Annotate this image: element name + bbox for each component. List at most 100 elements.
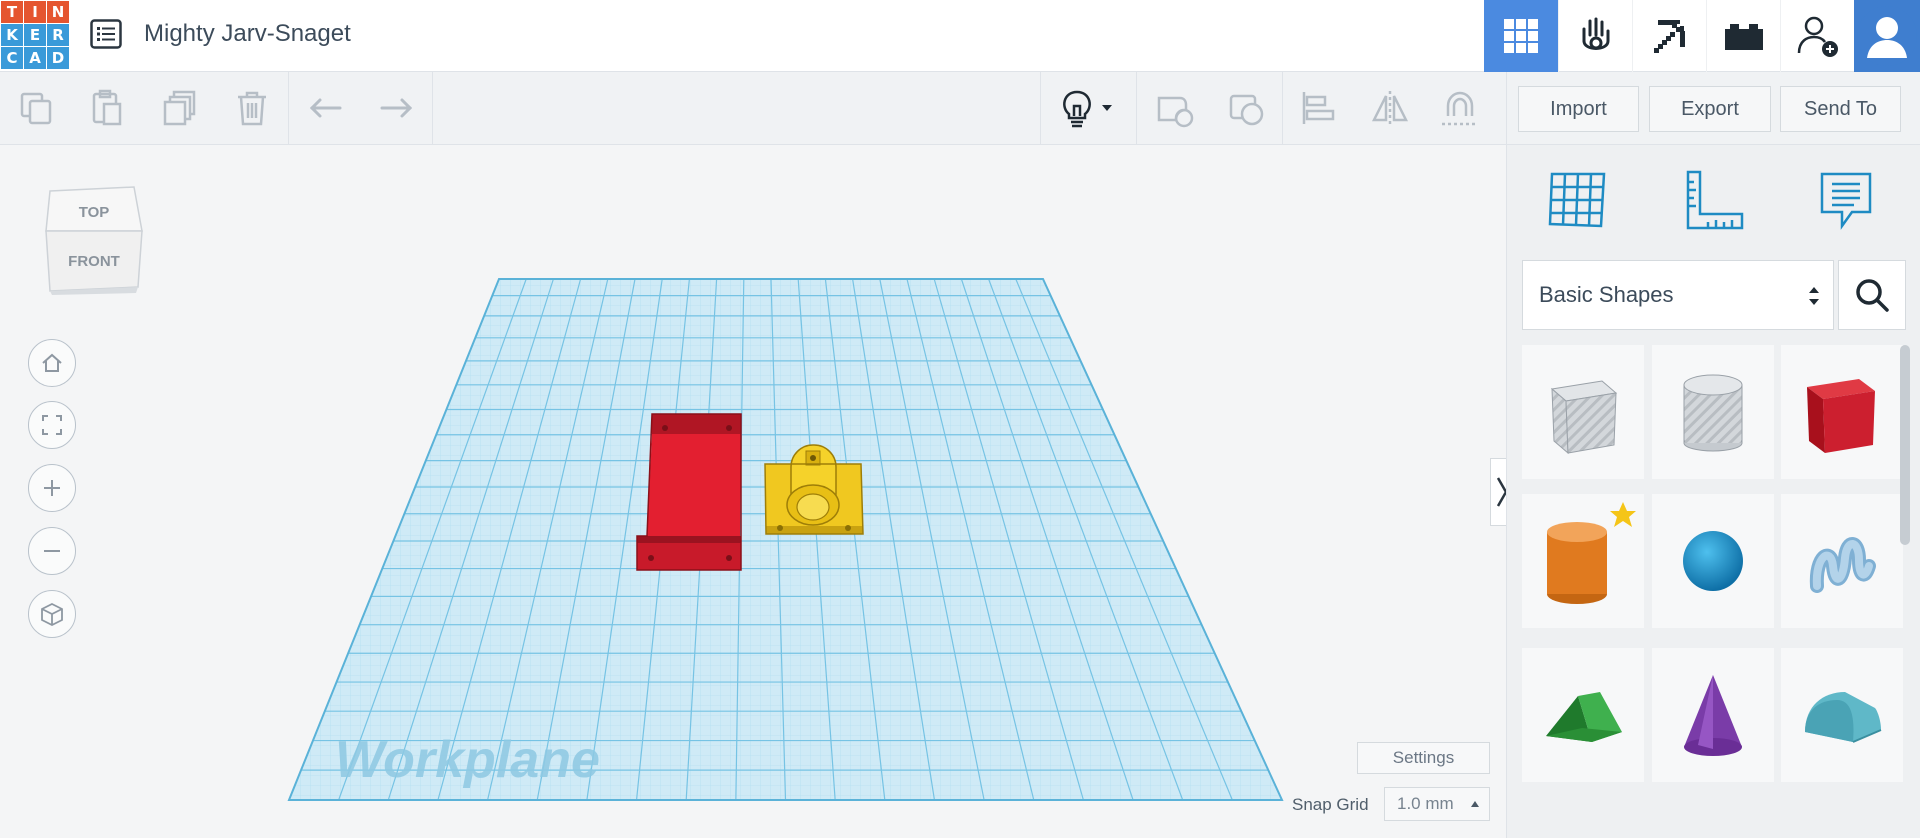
group-button[interactable] [1150, 84, 1198, 132]
avatar-icon [1857, 6, 1917, 66]
shape-roof[interactable] [1522, 648, 1644, 782]
perspective-button[interactable] [28, 590, 76, 638]
user-avatar[interactable] [1854, 0, 1920, 72]
view-cube[interactable]: TOP FRONT [42, 179, 144, 295]
bricks-button[interactable] [1706, 0, 1780, 72]
shape-cone[interactable] [1652, 648, 1774, 782]
workplane-label: Workplane [335, 731, 600, 789]
toolbar-divider [288, 72, 289, 145]
align-button[interactable] [1294, 84, 1342, 132]
workplane-grid[interactable] [287, 278, 1284, 801]
toolbar: Import Export Send To [0, 72, 1920, 145]
toolbar-divider [1136, 72, 1137, 145]
fit-view-icon [42, 415, 62, 435]
bricks-icon [1724, 24, 1763, 50]
box-icon [1807, 379, 1875, 453]
settings-button[interactable]: Settings [1357, 742, 1490, 774]
sphere-icon [1683, 531, 1743, 591]
copy-icon [20, 92, 52, 125]
favorite-star-icon [1610, 502, 1636, 527]
export-button[interactable]: Export [1649, 86, 1771, 132]
workplane-tool-button[interactable] [1543, 165, 1613, 235]
shape-category-select[interactable]: Basic Shapes [1522, 260, 1834, 330]
top-nav [1484, 0, 1920, 72]
paste-icon [92, 89, 122, 126]
paste-button[interactable] [82, 84, 130, 132]
workplane-grid-icon [1548, 172, 1606, 228]
shape-category-value: Basic Shapes [1539, 282, 1674, 307]
design-view-button[interactable] [1484, 0, 1558, 72]
shape-sphere[interactable] [1652, 494, 1774, 628]
top-bar: T I N K E R C A D Mighty Jarv-Snaget [0, 0, 1920, 72]
home-view-button[interactable] [28, 339, 76, 387]
design-list-button[interactable] [88, 16, 124, 52]
logo-letter: A [24, 47, 46, 69]
red-bracket-object[interactable] [636, 413, 742, 571]
minecraft-pickaxe-icon [1653, 20, 1685, 53]
caret-up-icon [1471, 801, 1479, 807]
viewcube-front-label[interactable]: FRONT [68, 253, 120, 270]
zoom-out-button[interactable] [28, 527, 76, 575]
shape-search-button[interactable] [1838, 260, 1906, 330]
panel-scrollbar[interactable] [1900, 345, 1910, 545]
copy-button[interactable] [12, 84, 60, 132]
ruler-icon [1686, 170, 1744, 230]
redo-button[interactable] [372, 84, 420, 132]
ruler-tool-button[interactable] [1679, 165, 1749, 235]
duplicate-icon [163, 90, 196, 126]
cylinder-hole-icon [1683, 374, 1743, 452]
scribble-icon [1809, 537, 1876, 593]
shape-cylinder[interactable] [1522, 494, 1644, 628]
logo-letter: K [1, 24, 23, 46]
design-title[interactable]: Mighty Jarv-Snaget [144, 20, 351, 48]
shape-scribble[interactable] [1781, 494, 1903, 628]
shape-box-hole[interactable] [1522, 345, 1644, 479]
search-icon [1856, 279, 1889, 312]
roof-icon [1546, 692, 1622, 742]
group-icon [1157, 96, 1194, 128]
design-canvas[interactable]: Workplane TOP FRONT Settings Snap Grid 1… [0, 145, 1514, 838]
mirror-icon [1371, 91, 1409, 125]
cruise-button[interactable] [1436, 84, 1484, 132]
shape-cylinder-hole[interactable] [1652, 345, 1774, 479]
redo-icon [380, 98, 413, 118]
tinkercad-logo[interactable]: T I N K E R C A D [0, 0, 69, 69]
ungroup-button[interactable] [1222, 84, 1270, 132]
viewcube-top-label[interactable]: TOP [79, 204, 110, 221]
shape-round-roof[interactable] [1781, 648, 1903, 782]
select-arrows-icon [1809, 287, 1819, 305]
cone-icon [1684, 675, 1742, 756]
lightbulb-icon [1063, 90, 1091, 128]
minecraft-button[interactable] [1632, 0, 1706, 72]
notes-toggle-button[interactable] [1052, 84, 1118, 132]
toolbar-divider [1282, 72, 1283, 145]
sim-lab-button[interactable] [1558, 0, 1632, 72]
undo-icon [309, 98, 342, 118]
notes-tool-button[interactable] [1811, 165, 1881, 235]
box-hole-icon [1550, 380, 1618, 455]
logo-letter: C [1, 47, 23, 69]
snap-grid-select[interactable]: 1.0 mm [1384, 787, 1490, 821]
shape-box[interactable] [1781, 345, 1903, 479]
zoom-in-icon [44, 480, 60, 496]
logo-letter: T [1, 1, 23, 23]
invite-user-icon [1797, 16, 1838, 57]
delete-icon [238, 91, 266, 126]
perspective-icon [41, 602, 63, 627]
duplicate-button[interactable] [156, 84, 204, 132]
logo-letter: D [47, 47, 69, 69]
invite-user-button[interactable] [1780, 0, 1854, 72]
delete-button[interactable] [228, 84, 276, 132]
fit-view-button[interactable] [28, 401, 76, 449]
send-to-button[interactable]: Send To [1780, 86, 1901, 132]
notes-icon [1820, 172, 1872, 230]
workplane-scene[interactable]: Workplane [0, 145, 1506, 838]
list-icon [90, 19, 122, 49]
mirror-button[interactable] [1366, 84, 1414, 132]
sim-lab-icon [1582, 17, 1609, 50]
toolbar-divider [1040, 72, 1041, 145]
import-button[interactable]: Import [1518, 86, 1639, 132]
undo-button[interactable] [302, 84, 350, 132]
grid-view-icon [1504, 19, 1538, 53]
zoom-in-button[interactable] [28, 464, 76, 512]
